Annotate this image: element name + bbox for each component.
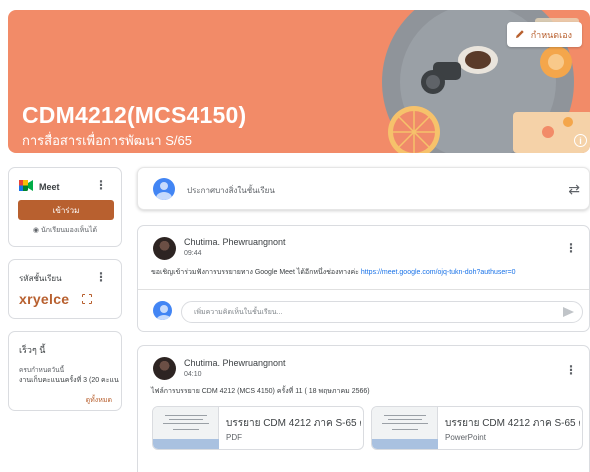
send-icon[interactable]: [563, 307, 574, 317]
visibility-label: นักเรียนมองเห็นได้: [40, 227, 98, 234]
avatar: [153, 237, 176, 260]
pencil-icon: [515, 29, 525, 41]
avatar: [153, 357, 176, 380]
class-code-label: รหัสชั้นเรียน: [19, 274, 62, 283]
meet-visibility-note: ◉ นักเรียนมองเห็นได้: [9, 225, 121, 236]
attachment-pdf[interactable]: บรรยาย CDM 4212 ภาค S-65 ครั้งที่ 11 PDF: [152, 406, 364, 450]
eye-icon: ◉: [32, 227, 39, 234]
comment-placeholder: เพิ่มความคิดเห็นในชั้นเรียน...: [194, 308, 283, 316]
meet-more-vert-icon[interactable]: ⋮: [95, 179, 107, 191]
upcoming-card: เร็วๆ นี้ ครบกำหนดวันนี้ งานเก็บคะแนนครั…: [8, 331, 122, 411]
fullscreen-icon[interactable]: [81, 293, 93, 305]
class-code-value: xryelce: [19, 291, 70, 307]
post-time: 04:10: [184, 371, 202, 378]
attachment-type: PowerPoint: [445, 433, 486, 442]
post-text: ขอเชิญเข้าร่วมฟังการบรรยายทาง Google Mee…: [151, 267, 516, 278]
meet-link[interactable]: https://meet.google.com/ojq-tukn-doh?aut…: [361, 269, 516, 276]
info-icon[interactable]: i: [574, 134, 587, 147]
customize-label: กำหนดเอง: [530, 29, 572, 40]
post-text: ไฟล์การบรรยาย CDM 4212 (MCS 4150) ครั้งท…: [151, 388, 370, 395]
join-meet-button[interactable]: เข้าร่วม: [18, 200, 114, 220]
customize-button[interactable]: กำหนดเอง: [506, 22, 582, 47]
post-body: ขอเชิญเข้าร่วมฟังการบรรยายทาง Google Mee…: [151, 269, 361, 276]
stream-post: Chutima. Phewruangnont 09:44 ⋮ ขอเชิญเข้…: [137, 225, 590, 332]
class-code-card: รหัสชั้นเรียน ⋮ xryelce: [8, 259, 122, 319]
user-avatar: [153, 178, 175, 200]
post-more-vert-icon[interactable]: ⋮: [565, 364, 577, 376]
attachment-name: บรรยาย CDM 4212 ภาค S-65 ครั้งที่ 11: [226, 418, 361, 429]
divider: [138, 289, 589, 290]
meet-label: Meet: [39, 181, 60, 192]
attachment-powerpoint[interactable]: บรรยาย CDM 4212 ภาค S-65 ครั้งที่ 11 Pow…: [371, 406, 583, 450]
stream-post: Chutima. Phewruangnont 04:10 ⋮ ไฟล์การบร…: [137, 345, 590, 472]
post-author: Chutima. Phewruangnont: [184, 358, 286, 368]
post-more-vert-icon[interactable]: ⋮: [565, 242, 577, 254]
google-meet-icon: [19, 180, 33, 193]
post-author: Chutima. Phewruangnont: [184, 237, 286, 247]
class-title: CDM4212(MCS4150): [22, 102, 247, 128]
announce-placeholder[interactable]: ประกาศบางสิ่งในชั้นเรียน: [187, 184, 275, 197]
comment-input[interactable]: เพิ่มความคิดเห็นในชั้นเรียน...: [181, 301, 583, 323]
attachment-name: บรรยาย CDM 4212 ภาค S-65 ครั้งที่ 11: [445, 418, 580, 429]
announce-box[interactable]: ประกาศบางสิ่งในชั้นเรียน ⇄: [137, 167, 590, 210]
post-time: 09:44: [184, 250, 202, 257]
repost-icon[interactable]: ⇄: [568, 181, 580, 198]
upcoming-task-link[interactable]: งานเก็บคะแนนครั้งที่ 3 (20 คะแนน): [19, 375, 119, 386]
class-banner: CDM4212(MCS4150) การสื่อสารเพื่อการพัฒนา…: [8, 10, 590, 153]
attachment-thumbnail: [372, 407, 438, 449]
class-code-more-vert-icon[interactable]: ⋮: [95, 271, 107, 283]
attachment-thumbnail: [153, 407, 219, 449]
meet-card: Meet ⋮ เข้าร่วม ◉ นักเรียนมองเห็นได้: [8, 167, 122, 247]
upcoming-label: เร็วๆ นี้: [19, 345, 46, 355]
class-section: การสื่อสารเพื่อการพัฒนา S/65: [22, 133, 192, 148]
upcoming-due: ครบกำหนดวันนี้: [19, 367, 65, 374]
user-avatar: [153, 301, 172, 320]
attachment-type: PDF: [226, 433, 242, 442]
view-all-link[interactable]: ดูทั้งหมด: [86, 395, 112, 406]
